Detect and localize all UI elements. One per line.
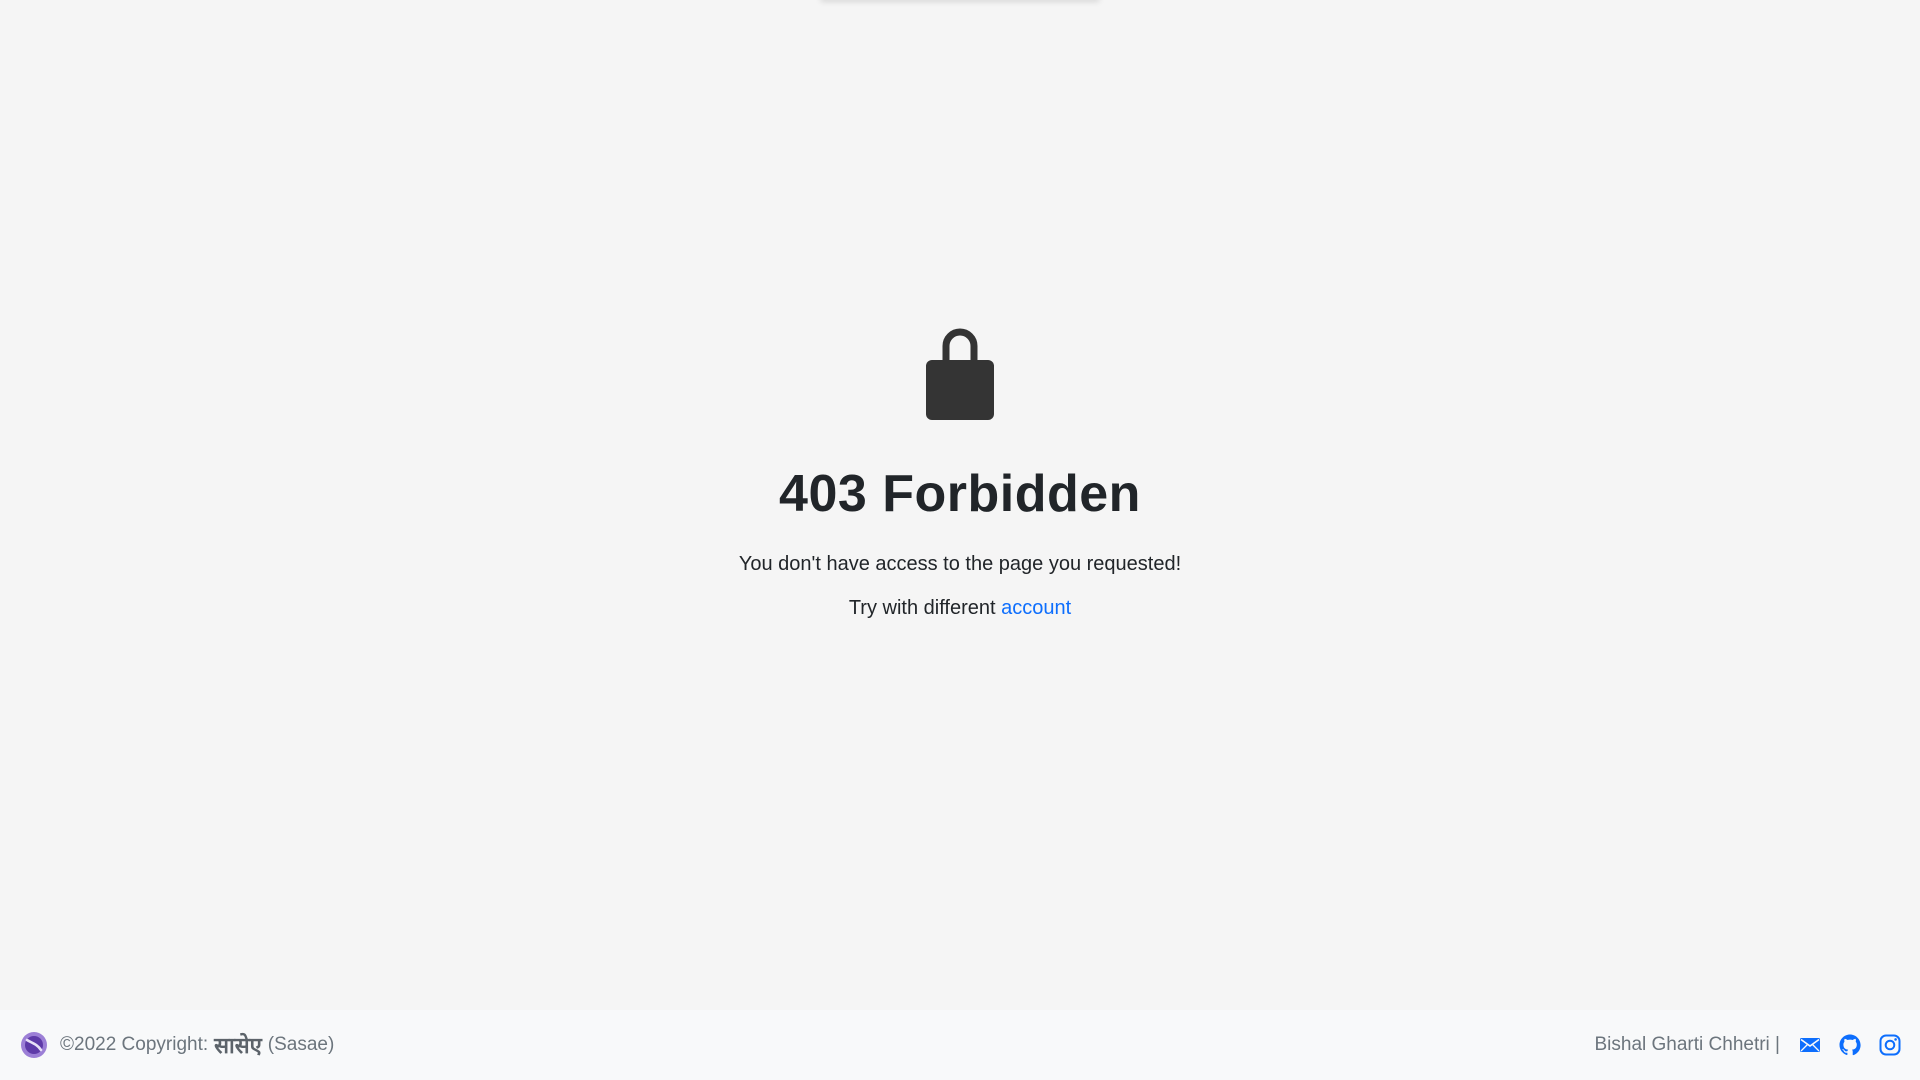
page-title: 403 Forbidden (779, 465, 1141, 523)
github-icon (1839, 1034, 1861, 1056)
sasae-logo[interactable] (20, 1031, 48, 1059)
error-content: 403 Forbidden You don't have access to t… (0, 0, 1920, 1010)
github-link[interactable] (1838, 1033, 1862, 1057)
brand-latin: (Sasae) (267, 1034, 335, 1055)
footer-left: ©2022 Copyright: सासेए (Sasae) (20, 1030, 334, 1060)
email-link[interactable] (1798, 1033, 1822, 1057)
footer: ©2022 Copyright: सासेए (Sasae) Bishal Gh… (0, 1010, 1920, 1080)
account-link[interactable]: account (1001, 597, 1071, 619)
email-icon (1800, 1038, 1820, 1052)
footer-right: Bishal Gharti Chhetri | (1594, 1033, 1902, 1057)
lock-icon (926, 328, 994, 420)
social-links (1798, 1033, 1902, 1057)
retry-prefix: Try with different (848, 597, 996, 619)
page: 403 Forbidden You don't have access to t… (0, 0, 1920, 1080)
author-name: Bishal Gharti Chhetri | (1594, 1034, 1780, 1055)
copyright-text: ©2022 Copyright: (60, 1034, 209, 1055)
instagram-link[interactable] (1878, 1033, 1902, 1057)
retry-text: Try with different account (849, 596, 1071, 620)
brand-name: सासेए (214, 1033, 262, 1058)
error-message: You don't have access to the page you re… (738, 553, 1182, 575)
instagram-icon (1879, 1034, 1901, 1056)
